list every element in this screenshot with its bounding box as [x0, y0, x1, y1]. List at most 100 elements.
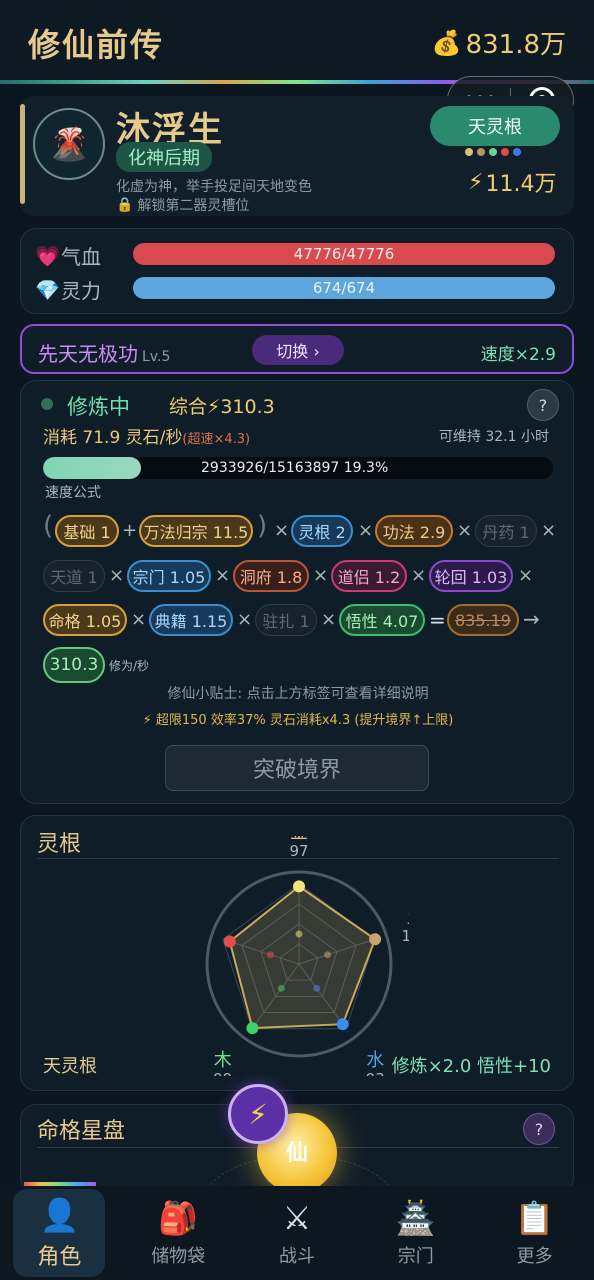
realm-description: 化虚为神，举手投足间天地变色 [116, 179, 312, 195]
chip-wanfa[interactable]: 万法归宗 11.5 [139, 515, 253, 547]
radar-point-金 [293, 880, 305, 893]
chip-base[interactable]: 基础 1 [55, 515, 119, 547]
nav-item-pad: 📋 更多 [489, 1189, 581, 1277]
element-dot [465, 148, 473, 156]
element-dots [465, 148, 521, 156]
lightning-icon: ⚡ [248, 1097, 268, 1131]
nav-item-label: 角色 [37, 1245, 82, 1270]
mp-value: 674/674 [312, 279, 376, 297]
profile-card: 🌋 沐浮生 化神后期 化虚为神，举手投足间天地变色 🔒 解锁第二器灵槽位 天灵根… [20, 96, 574, 216]
element-dot [501, 148, 509, 156]
help-button[interactable]: ? [527, 389, 559, 421]
sustain-time: 可维持 32.1 小时 [438, 429, 549, 445]
radar-point-水 [336, 1018, 349, 1031]
chip-books[interactable]: 典籍 1.15 [149, 604, 233, 636]
nav-item-label: 宗门 [397, 1246, 434, 1267]
switch-technique-button[interactable]: 切换 › [252, 335, 344, 365]
radar-point-火 [223, 935, 236, 948]
radar-inner-dot [324, 951, 332, 959]
nav-item[interactable]: 📋 更多 [475, 1186, 594, 1280]
consumption-line: 消耗 71.9 灵石/秒(超速×4.3) [43, 423, 250, 448]
star-plate-title: 命格星盘 [37, 1119, 126, 1144]
stats-card: 💗 气血 47776/47776 💎 灵力 674/674 [20, 228, 574, 314]
radar-inner-dot [266, 951, 274, 959]
clipboard-icon: 📋 [514, 1199, 555, 1237]
heart-icon: 💗 [35, 243, 60, 268]
chip-comprehension[interactable]: 悟性 4.07 [339, 604, 425, 636]
nav-item-label: 战斗 [278, 1246, 315, 1267]
unlock-hint: 🔒 解锁第二器灵槽位 [116, 195, 249, 215]
chip-partner[interactable]: 道侣 1.2 [331, 560, 407, 592]
backpack-icon: 🎒 [158, 1199, 199, 1237]
result-speed-chip[interactable]: 310.3 [43, 647, 105, 683]
app-title: 修仙前传 [28, 26, 165, 64]
chip-tiandao[interactable]: 天道 1 [43, 560, 105, 592]
element-dot [489, 148, 497, 156]
question-icon: ? [538, 395, 548, 415]
technique-bar[interactable]: 先天无极功 Lv.5 切换 › 速度×2.9 [20, 324, 574, 374]
times-operator: × [358, 520, 374, 541]
currency-display[interactable]: 💰 831.8万 [432, 24, 566, 61]
chip-station[interactable]: 驻扎 1 [255, 604, 317, 636]
nav-item[interactable]: 👤 角色 [0, 1186, 119, 1280]
radar-label-土: 土 [407, 907, 409, 928]
diamond-icon: 💎 [35, 277, 60, 302]
radar-inner-dot [313, 984, 321, 992]
times-operator: × [518, 565, 534, 586]
currency-amount: 831.8万 [465, 30, 566, 60]
spirit-root-card: 灵根 金97土100水93木99火91 天灵根 修炼×2.0 悟性+10 [20, 815, 574, 1091]
times-operator: × [215, 565, 231, 586]
avatar[interactable]: 🌋 [33, 108, 105, 180]
result-unit: 修为/秒 [109, 659, 150, 673]
cultivation-card: 修炼中 综合⚡310.3 ? 消耗 71.9 灵石/秒(超速×4.3) 可维持 … [20, 380, 574, 804]
crossed-swords-icon: ⚔ [282, 1199, 312, 1237]
times-operator: × [131, 609, 147, 630]
mp-bar: 674/674 [133, 277, 555, 299]
chip-sect[interactable]: 宗门 1.05 [127, 560, 211, 592]
radar-inner-dot [277, 984, 285, 992]
radar-inner-dot [295, 930, 303, 938]
nav-item-pad: ⚔ 战斗 [251, 1189, 343, 1277]
cultivation-status: 修炼中 [67, 395, 130, 419]
nav-item-label: 储物袋 [151, 1246, 206, 1267]
root-type-chip[interactable]: 天灵根 [430, 106, 560, 146]
star-plate-help-button[interactable]: ? [523, 1113, 555, 1145]
radar-value-土: 100 [401, 927, 409, 945]
spirit-root-radar: 金97土100水93木99火91 [205, 836, 409, 1076]
chip-pill[interactable]: 丹药 1 [475, 515, 537, 547]
chip-cave[interactable]: 洞府 1.8 [233, 560, 309, 592]
moneybag-icon: 💰 [431, 28, 462, 57]
spirit-root-name: 天灵根 [43, 1056, 97, 1077]
nav-item-pad: 🏯 宗门 [370, 1189, 462, 1277]
realm-badge: 化神后期 [116, 142, 212, 172]
element-dot [477, 148, 485, 156]
technique-name: 先天无极功 [38, 342, 138, 366]
formula-label: 速度公式 [45, 485, 101, 501]
times-operator: × [411, 565, 427, 586]
nav-item[interactable]: ⚔ 战斗 [238, 1186, 357, 1280]
lock-icon: 🔒 [116, 197, 134, 213]
radar-label-木: 木 [214, 1050, 232, 1071]
chip-reincarnation[interactable]: 轮回 1.03 [429, 560, 513, 592]
times-operator: × [541, 520, 557, 541]
nav-item-pad: 👤 角色 [13, 1189, 106, 1277]
chip-root[interactable]: 灵根 2 [291, 515, 353, 547]
hp-value: 47776/47776 [293, 245, 395, 263]
nav-item[interactable]: 🎒 储物袋 [119, 1186, 238, 1280]
times-operator: × [313, 565, 329, 586]
cultivation-total: 综合⚡310.3 [169, 396, 275, 418]
nav-item-pad: 🎒 储物袋 [132, 1189, 224, 1277]
combat-power: ⚡ 11.4万 [468, 166, 556, 198]
lightning-fab-button[interactable]: ⚡ [228, 1084, 288, 1144]
breakthrough-button[interactable]: 突破境界 [165, 745, 429, 791]
chip-fate[interactable]: 命格 1.05 [43, 604, 127, 636]
question-icon: ? [534, 1119, 544, 1139]
times-operator: × [274, 520, 290, 541]
chip-raw-speed: 835.19 [447, 604, 519, 636]
chip-gongfa[interactable]: 功法 2.9 [375, 515, 453, 547]
hp-label: 气血 [61, 245, 101, 269]
limit-note: ⚡ 超限150 效率37% 灵石消耗x4.3 (提升境界↑上限) [142, 713, 454, 728]
unlock-text: 解锁第二器灵槽位 [137, 198, 250, 214]
hp-row: 💗 气血 [35, 241, 137, 270]
nav-item[interactable]: 🏯 宗门 [356, 1186, 475, 1280]
